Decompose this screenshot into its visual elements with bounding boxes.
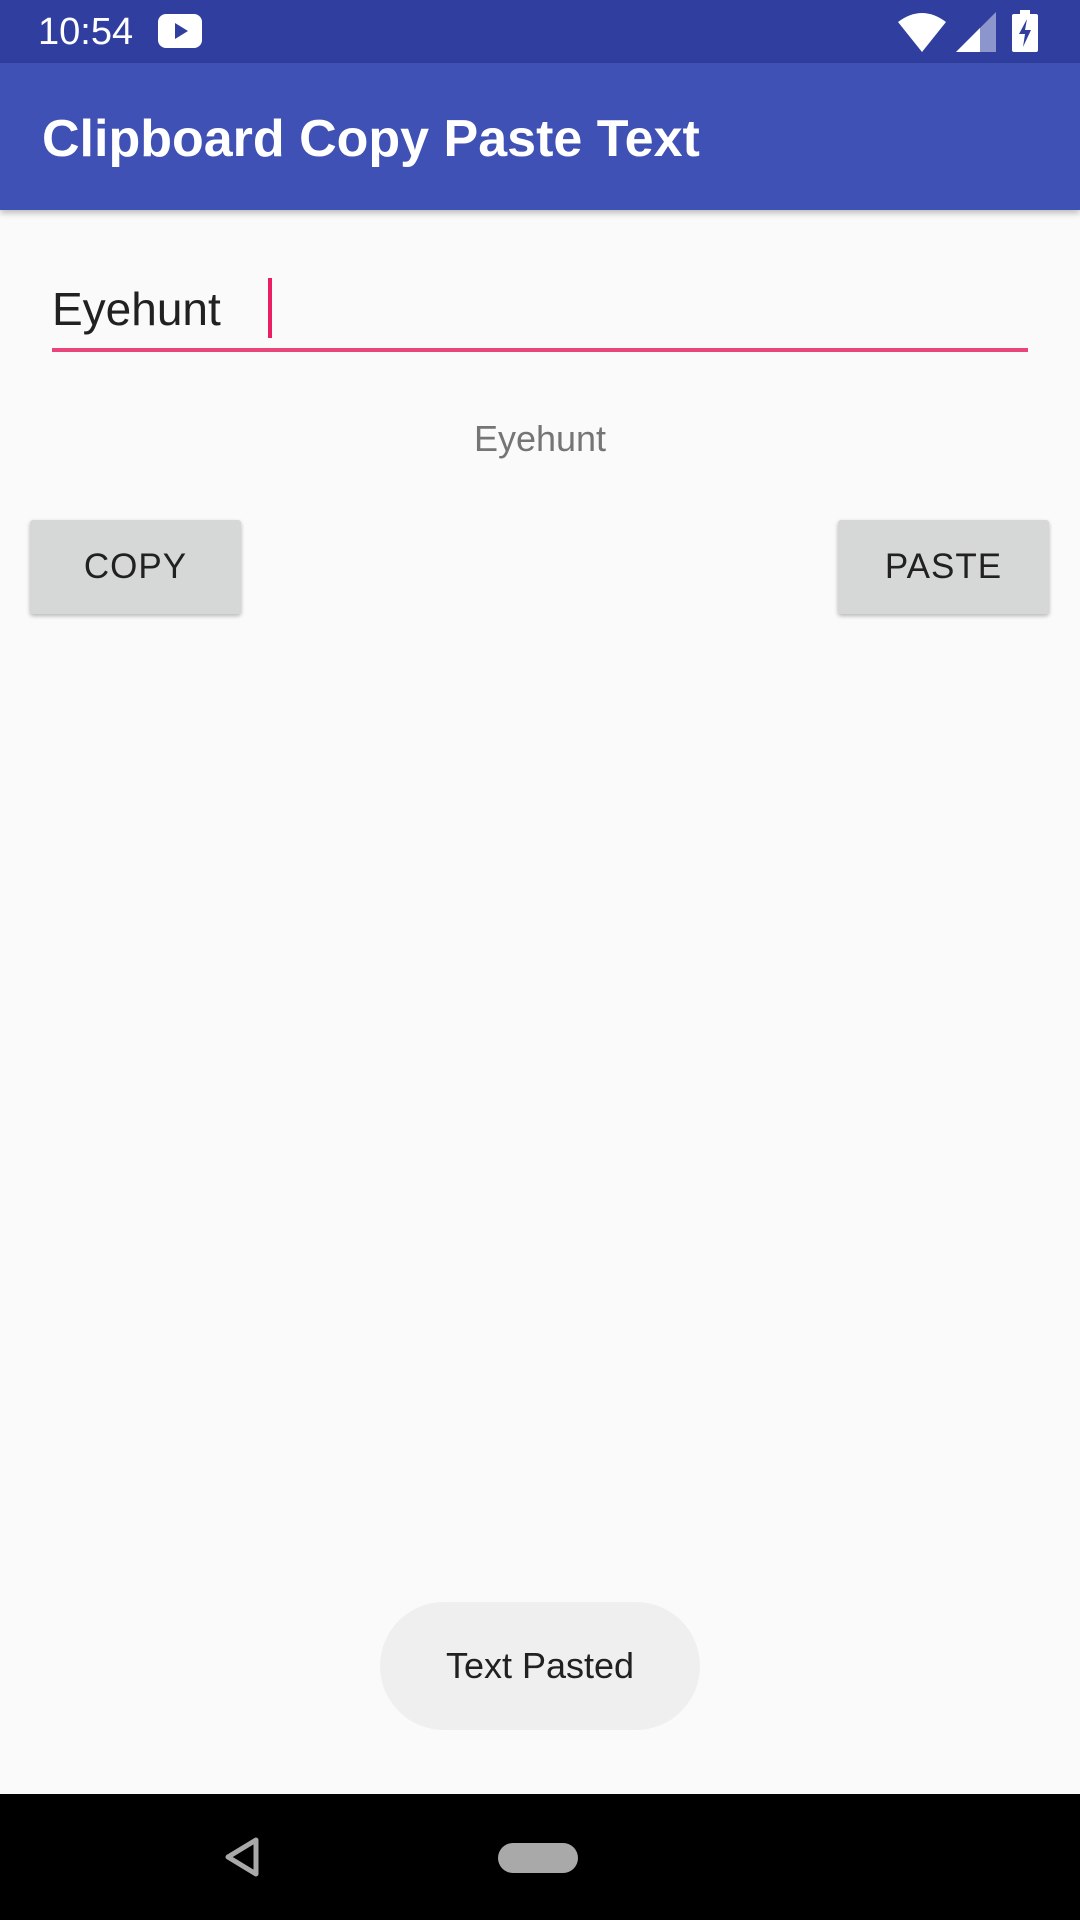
home-pill-icon[interactable] xyxy=(498,1843,578,1873)
status-bar: 10:54 xyxy=(0,0,1080,63)
battery-charging-icon xyxy=(1012,10,1038,52)
text-input-underline xyxy=(52,348,1028,352)
signal-icon xyxy=(956,12,996,52)
app-title: Clipboard Copy Paste Text xyxy=(42,110,700,168)
pasted-text-display: Eyehunt xyxy=(473,418,607,459)
text-input-container xyxy=(52,270,1028,354)
app-bar: Clipboard Copy Paste Text xyxy=(0,63,1080,210)
youtube-icon xyxy=(158,14,202,48)
wifi-icon xyxy=(898,13,946,52)
text-input[interactable] xyxy=(52,270,1028,348)
toast-message: Text Pasted xyxy=(380,1602,700,1730)
paste-button[interactable]: PASTE xyxy=(838,520,1049,614)
copy-button[interactable]: COPY xyxy=(30,520,241,614)
text-cursor xyxy=(268,278,272,338)
status-time: 10:54 xyxy=(38,11,134,53)
back-icon[interactable] xyxy=(220,1832,264,1882)
